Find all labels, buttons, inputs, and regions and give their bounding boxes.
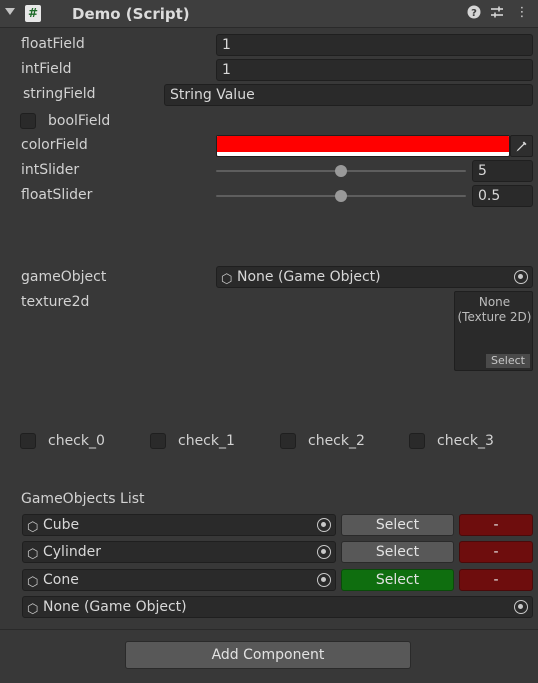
int-slider-label: intSlider <box>21 162 80 178</box>
cube-icon: ⬡ <box>27 575 39 590</box>
list-item-name: Cylinder <box>43 544 101 560</box>
float-field-label: floatField <box>21 36 85 52</box>
string-field-label: stringField <box>23 86 96 102</box>
check-0-label: check_0 <box>48 433 105 449</box>
float-slider-value[interactable]: 0.5 <box>472 185 533 207</box>
check-2-checkbox[interactable] <box>280 433 296 449</box>
texture2d-select-button[interactable]: Select <box>486 354 530 368</box>
color-field-swatch[interactable] <box>216 135 510 157</box>
game-object-label: gameObject <box>21 269 107 285</box>
list-item-select-button-active[interactable]: Select <box>341 569 454 591</box>
foldout-arrow-icon[interactable] <box>5 8 15 15</box>
object-picker-icon[interactable] <box>514 600 528 614</box>
cube-icon: ⬡ <box>27 547 39 562</box>
int-field-label: intField <box>21 61 72 77</box>
list-item-field[interactable]: ⬡ Cube <box>22 514 336 536</box>
game-object-field[interactable]: ⬡ None (Game Object) <box>216 266 533 288</box>
bool-field-label: boolField <box>48 113 111 129</box>
object-picker-icon[interactable] <box>317 573 331 587</box>
list-new-item-value: None (Game Object) <box>43 599 187 615</box>
object-picker-icon[interactable] <box>514 270 528 284</box>
texture2d-type-text: (Texture 2D) <box>457 310 532 324</box>
list-item-select-button[interactable]: Select <box>341 514 454 536</box>
cube-icon: ⬡ <box>27 520 39 535</box>
svg-text:?: ? <box>471 8 477 19</box>
context-menu-icon[interactable]: ⋮ <box>515 5 529 21</box>
float-field-input[interactable]: 1 <box>216 34 533 56</box>
list-item-field[interactable]: ⬡ Cone <box>22 569 336 591</box>
check-3-label: check_3 <box>437 433 494 449</box>
footer-divider <box>0 629 538 630</box>
string-field-input[interactable]: String Value <box>164 84 533 106</box>
list-title: GameObjects List <box>21 491 145 507</box>
texture2d-field[interactable]: None (Texture 2D) Select <box>454 291 533 371</box>
list-new-item-field[interactable]: ⬡ None (Game Object) <box>22 596 533 618</box>
object-picker-icon[interactable] <box>317 518 331 532</box>
float-slider-label: floatSlider <box>21 187 93 203</box>
int-field-input[interactable]: 1 <box>216 59 533 81</box>
color-field-label: colorField <box>21 137 88 153</box>
check-1-checkbox[interactable] <box>150 433 166 449</box>
cube-icon: ⬡ <box>221 272 233 287</box>
script-icon: # <box>25 5 41 22</box>
list-item-select-button[interactable]: Select <box>341 541 454 563</box>
list-item-remove-button[interactable]: - <box>459 569 533 591</box>
add-component-button[interactable]: Add Component <box>125 641 411 669</box>
texture2d-label: texture2d <box>21 294 90 310</box>
list-item-field[interactable]: ⬡ Cylinder <box>22 541 336 563</box>
cube-icon: ⬡ <box>27 602 39 617</box>
check-0-checkbox[interactable] <box>20 433 36 449</box>
help-icon[interactable]: ? <box>467 5 481 21</box>
list-item-name: Cone <box>43 572 79 588</box>
check-1-label: check_1 <box>178 433 235 449</box>
int-slider-value[interactable]: 5 <box>472 160 533 182</box>
list-item-remove-button[interactable]: - <box>459 541 533 563</box>
component-header: # Demo (Script) ? ⋮ <box>0 0 538 28</box>
list-item-remove-button[interactable]: - <box>459 514 533 536</box>
eyedropper-icon[interactable] <box>510 135 533 157</box>
presets-icon[interactable] <box>490 5 504 21</box>
color-swatch-fill <box>217 136 509 152</box>
bool-field-checkbox[interactable] <box>20 113 36 129</box>
texture2d-none-text: None <box>478 295 511 309</box>
component-title: Demo (Script) <box>72 5 190 23</box>
check-2-label: check_2 <box>308 433 365 449</box>
check-3-checkbox[interactable] <box>409 433 425 449</box>
list-item-name: Cube <box>43 517 80 533</box>
game-object-value: None (Game Object) <box>237 269 381 285</box>
float-slider-thumb[interactable] <box>335 190 347 202</box>
object-picker-icon[interactable] <box>317 545 331 559</box>
int-slider-thumb[interactable] <box>335 165 347 177</box>
